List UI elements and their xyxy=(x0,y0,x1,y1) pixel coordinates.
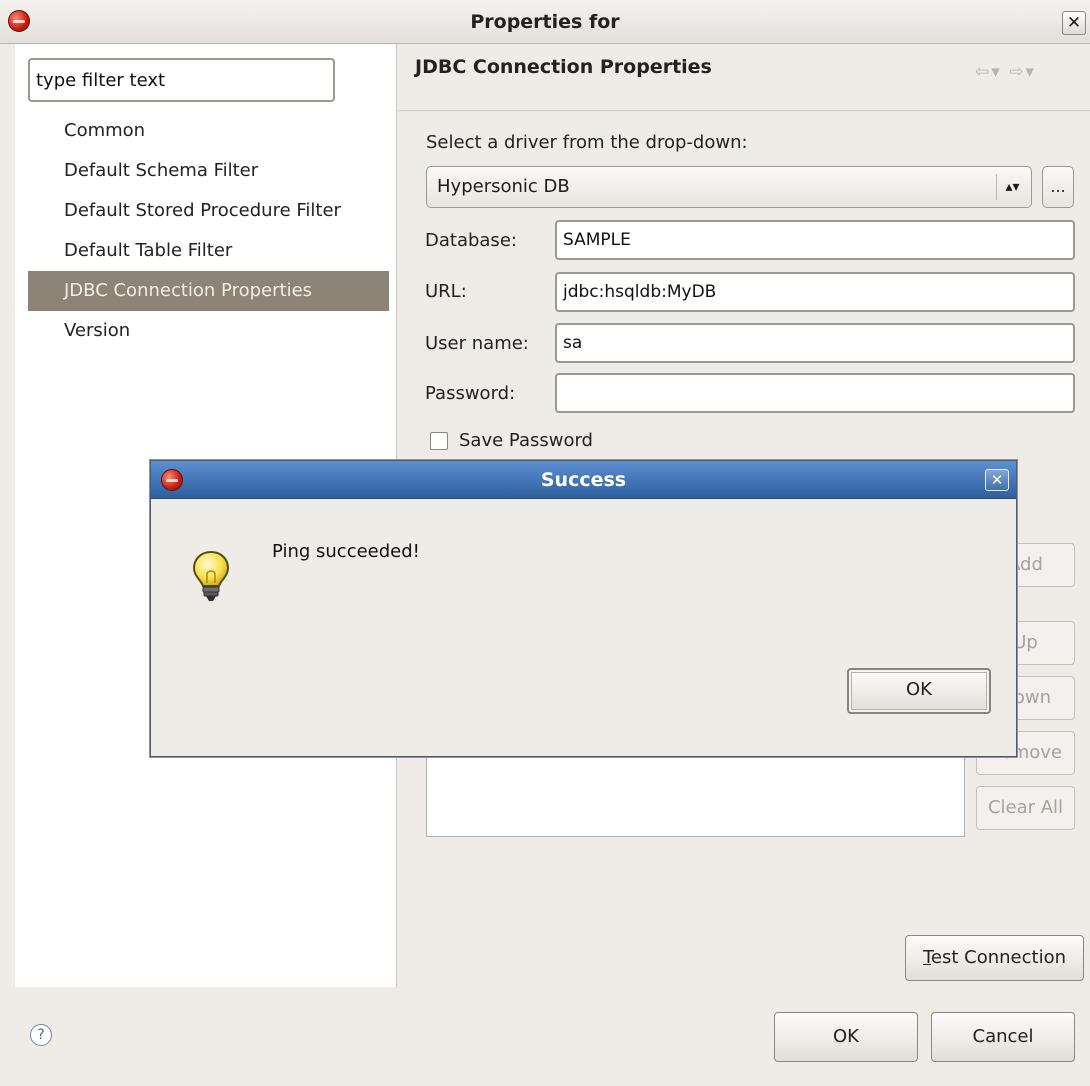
back-arrow-icon[interactable]: ⇦▾ xyxy=(975,62,1002,82)
database-field[interactable]: SAMPLE xyxy=(555,220,1075,260)
close-icon[interactable]: ✕ xyxy=(1062,11,1086,35)
dialog-ok-button[interactable]: OK xyxy=(847,668,991,714)
test-connection-button[interactable]: Test Connection xyxy=(905,935,1084,981)
clear-all-button[interactable]: Clear All xyxy=(976,786,1075,830)
nav-item-label: Default Stored Procedure Filter xyxy=(64,200,341,221)
dialog-message: Ping succeeded! xyxy=(272,541,420,562)
nav-item-default-table-filter[interactable]: Default Table Filter xyxy=(28,231,389,271)
driver-select-value: Hypersonic DB xyxy=(437,176,570,197)
nav-item-label: Common xyxy=(64,120,146,141)
lightbulb-icon xyxy=(192,550,230,601)
database-value: SAMPLE xyxy=(563,230,631,250)
chevron-updown-icon[interactable]: ▴▾ xyxy=(996,174,1028,200)
browse-driver-button[interactable]: ... xyxy=(1042,166,1074,208)
header-divider xyxy=(398,110,1090,111)
url-value: jdbc:hsqldb:MyDB xyxy=(563,282,717,302)
nav-item-label: JDBC Connection Properties xyxy=(64,280,313,301)
nav-item-default-schema-filter[interactable]: Default Schema Filter xyxy=(28,151,389,191)
forward-arrow-icon[interactable]: ⇨▾ xyxy=(1009,62,1036,82)
nav-item-label: Version xyxy=(64,320,131,341)
nav-item-common[interactable]: Common xyxy=(28,111,389,151)
filter-input[interactable] xyxy=(28,58,335,102)
url-label: URL: xyxy=(425,281,467,302)
page-title: JDBC Connection Properties xyxy=(415,56,712,78)
dialog-title: Success xyxy=(540,469,627,491)
success-dialog: Success ✕ Ping succeeded! OK xyxy=(150,460,1017,757)
nav-item-label: Default Schema Filter xyxy=(64,160,259,181)
nav-item-version[interactable]: Version xyxy=(28,311,389,351)
cancel-button[interactable]: Cancel xyxy=(931,1012,1075,1062)
nav-item-jdbc-connection-properties[interactable]: JDBC Connection Properties xyxy=(28,271,389,311)
ok-button[interactable]: OK xyxy=(774,1012,918,1062)
nav-item-default-stored-procedure-filter[interactable]: Default Stored Procedure Filter xyxy=(28,191,389,231)
save-password-label: Save Password xyxy=(459,430,593,451)
window-title: Properties for xyxy=(470,11,620,33)
password-field[interactable] xyxy=(555,373,1075,413)
driver-select[interactable]: Hypersonic DB xyxy=(426,166,1032,208)
user-name-field[interactable]: sa xyxy=(555,323,1075,363)
save-password-checkbox[interactable] xyxy=(430,432,448,450)
nav-item-label: Default Table Filter xyxy=(64,240,233,261)
url-field[interactable]: jdbc:hsqldb:MyDB xyxy=(555,272,1075,312)
user-name-label: User name: xyxy=(425,333,529,354)
help-icon[interactable]: ? xyxy=(30,1024,52,1046)
database-label: Database: xyxy=(425,230,517,251)
password-label: Password: xyxy=(425,383,516,404)
user-name-value: sa xyxy=(563,333,583,353)
driver-prompt: Select a driver from the drop-down: xyxy=(426,132,748,153)
close-icon[interactable]: ✕ xyxy=(985,469,1009,491)
